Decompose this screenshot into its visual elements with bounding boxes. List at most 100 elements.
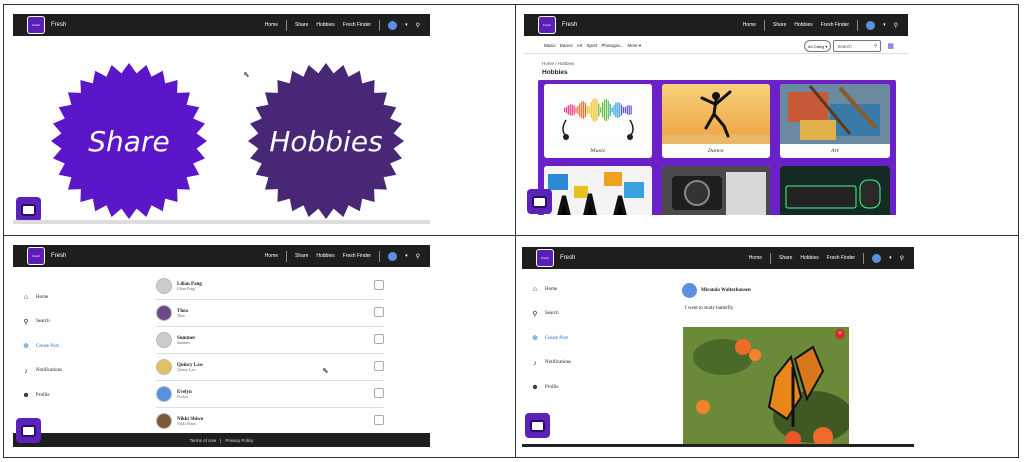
location-pin-icon[interactable]: ⚲: [416, 22, 420, 29]
nav-link-fresh-finder[interactable]: Fresh Finder: [343, 22, 371, 28]
user-avatar[interactable]: [872, 253, 882, 263]
search-icon[interactable]: ⚲: [874, 43, 877, 49]
select-checkbox[interactable]: [374, 280, 384, 290]
sidebar-item-notifications[interactable]: ♪ Notifications: [21, 359, 131, 384]
sidebar-item-search[interactable]: ⚲ Search: [21, 310, 131, 335]
fresh-logo[interactable]: Fresh: [536, 249, 554, 267]
list-item[interactable]: Quincy Law Quincy Law: [156, 354, 384, 381]
nav-divider: [770, 252, 772, 264]
select-checkbox[interactable]: [374, 334, 384, 344]
nav-link-hobbies[interactable]: Hobbies: [794, 22, 812, 28]
nav-divider: [764, 19, 766, 31]
nav-link-share[interactable]: Share: [773, 22, 786, 28]
nav-link-home[interactable]: Home: [265, 22, 278, 28]
nav-link-fresh-finder[interactable]: Fresh Finder: [343, 253, 371, 259]
search-input[interactable]: Search ⚲: [833, 40, 882, 52]
fresh-logo[interactable]: Fresh: [27, 247, 45, 265]
music-image: [544, 84, 652, 144]
nav-link-hobbies[interactable]: Hobbies: [800, 255, 818, 261]
category-art[interactable]: Art: [577, 43, 583, 48]
select-checkbox[interactable]: [374, 307, 384, 317]
terms-link[interactable]: Terms of Use: [190, 438, 217, 443]
sidebar-item-search[interactable]: ⚲ Search: [530, 302, 640, 327]
nav-link-share[interactable]: Share: [295, 253, 308, 259]
page-title: Hobbies: [542, 69, 568, 76]
breadcrumb[interactable]: Home / Hobbies: [542, 61, 574, 66]
fresh-app-icon[interactable]: [527, 189, 552, 214]
category-sport[interactable]: Sport: [587, 43, 598, 48]
nav-link-fresh-finder[interactable]: Fresh Finder: [821, 22, 849, 28]
sidebar-item-notifications[interactable]: ♪ Notifications: [530, 351, 640, 376]
chevron-down-icon[interactable]: ▾: [405, 253, 408, 259]
category-more[interactable]: More ▾: [627, 43, 641, 49]
post-header: Miranda Walterhausen: [682, 283, 751, 298]
avatar[interactable]: [682, 283, 697, 298]
fresh-app-icon[interactable]: [16, 418, 41, 443]
location-pin-icon[interactable]: ⚲: [894, 22, 898, 29]
sidebar-item-profile[interactable]: ☻ Profile: [530, 375, 640, 400]
nav-divider: [379, 19, 381, 31]
dance-image: [662, 84, 770, 144]
sport-image: [544, 166, 652, 215]
hobbies-badge[interactable]: Hobbies: [246, 61, 406, 221]
category-photography[interactable]: Photogra...: [601, 43, 623, 48]
select-checkbox[interactable]: [374, 415, 384, 425]
nav-link-hobbies[interactable]: Hobbies: [316, 253, 334, 259]
avatar: [156, 305, 172, 321]
list-item[interactable]: Lilian Pang Lilian Pang: [156, 273, 384, 300]
hobby-card-art[interactable]: Art: [780, 84, 890, 158]
list-item[interactable]: Nikki Shiwo Nikki Shiwo: [156, 408, 384, 435]
nav-link-hobbies[interactable]: Hobbies: [316, 22, 334, 28]
select-checkbox[interactable]: [374, 388, 384, 398]
nav-link-share[interactable]: Share: [295, 22, 308, 28]
sidebar-item-create-post[interactable]: ⊕ Create Post: [530, 326, 640, 351]
sidebar-item-home[interactable]: ⌂ Home: [530, 277, 640, 302]
nav-link-home[interactable]: Home: [743, 22, 756, 28]
list-item[interactable]: Thea Thea: [156, 300, 384, 327]
user-avatar[interactable]: [388, 20, 398, 30]
close-icon[interactable]: ×: [835, 329, 845, 339]
nav-links: Home Share Hobbies Fresh Finder ▾ ⚲: [749, 252, 904, 264]
user-handle: Nikki Shiwo: [177, 421, 197, 426]
sidebar-item-home[interactable]: ⌂ Home: [21, 285, 131, 310]
category-music[interactable]: Music: [544, 43, 556, 48]
user-list: Lilian Pang Lilian Pang Thea Thea Summer Su…: [156, 273, 384, 435]
list-item[interactable]: Summer Summer: [156, 327, 384, 354]
category-select[interactable]: All Categ ▾: [804, 40, 832, 52]
privacy-link[interactable]: Privacy Policy: [225, 438, 253, 443]
fresh-app-icon[interactable]: [525, 413, 550, 438]
nav-link-home[interactable]: Home: [265, 253, 278, 259]
fresh-logo[interactable]: Fresh: [27, 16, 45, 34]
nav-link-home[interactable]: Home: [749, 255, 762, 261]
nav-link-share[interactable]: Share: [779, 255, 792, 261]
hobby-card-photography[interactable]: [662, 166, 770, 215]
user-handle: Evelyn: [177, 394, 188, 399]
category-dance[interactable]: Dance: [560, 43, 573, 48]
share-badge[interactable]: Share: [49, 61, 209, 221]
grid-view-icon[interactable]: ▦: [887, 42, 894, 50]
fresh-logo[interactable]: Fresh: [538, 16, 556, 34]
location-pin-icon[interactable]: ⚲: [416, 253, 420, 260]
hobby-card-sport[interactable]: [544, 166, 652, 215]
user-avatar[interactable]: [388, 251, 398, 261]
user-avatar[interactable]: [866, 20, 876, 30]
chevron-down-icon[interactable]: ▾: [883, 22, 886, 28]
hobby-card-dance[interactable]: Dance: [662, 84, 770, 158]
bottom-bar: [522, 444, 914, 447]
list-item[interactable]: Evelyn Evelyn: [156, 381, 384, 408]
sidebar-item-create-post[interactable]: ⊕ Create Post: [21, 334, 131, 359]
select-checkbox[interactable]: [374, 361, 384, 371]
sidebar: ⌂ Home ⚲ Search ⊕ Create Post ♪ Notification…: [21, 285, 131, 408]
hobby-card-gaming[interactable]: [780, 166, 890, 215]
hobby-card-music[interactable]: Music: [544, 84, 652, 158]
post-author[interactable]: Miranda Walterhausen: [701, 288, 751, 293]
nav-link-fresh-finder[interactable]: Fresh Finder: [827, 255, 855, 261]
location-pin-icon[interactable]: ⚲: [900, 255, 904, 262]
bell-icon: ♪: [24, 366, 28, 375]
chevron-down-icon[interactable]: ▾: [889, 255, 892, 261]
sidebar-item-profile[interactable]: ☻ Profile: [21, 383, 131, 408]
share-badge-label: Share: [88, 124, 170, 158]
chevron-down-icon[interactable]: ▾: [405, 22, 408, 28]
fresh-app-icon[interactable]: [16, 197, 41, 222]
user-name: Lilian Pang: [177, 281, 202, 287]
